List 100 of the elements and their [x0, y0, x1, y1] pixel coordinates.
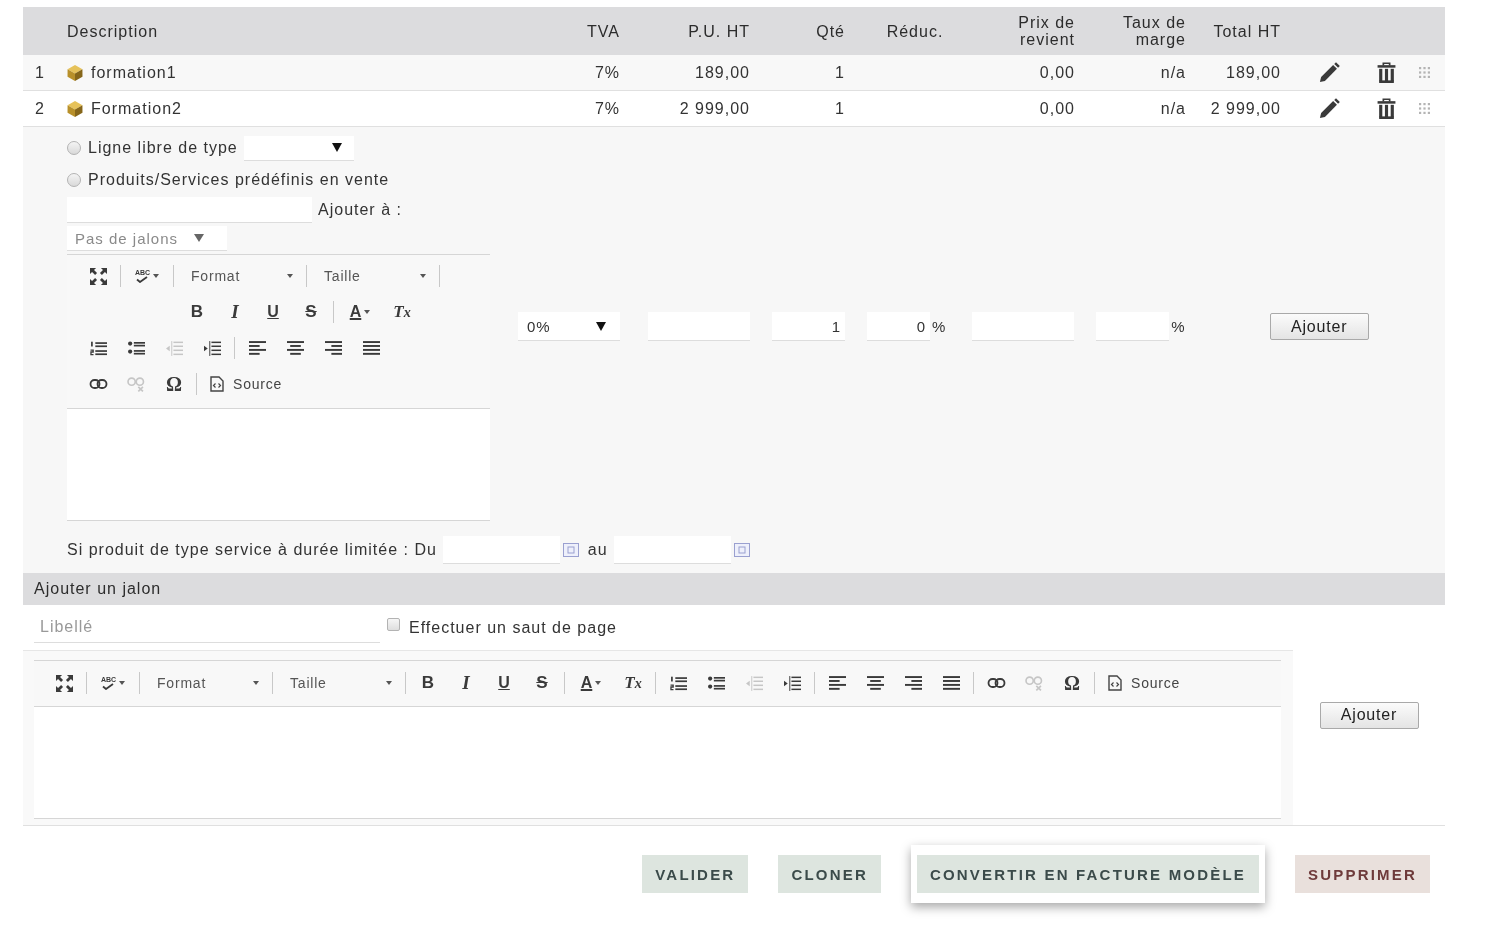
pencil-icon[interactable] — [1319, 62, 1340, 83]
bold-button[interactable]: B — [178, 298, 216, 326]
radio-button[interactable] — [67, 173, 81, 187]
text-color-button[interactable]: A — [337, 298, 383, 326]
discount-field[interactable]: 0 — [867, 312, 930, 341]
chain-link-icon — [88, 379, 108, 389]
checkbox-label: Effectuer un saut de page — [409, 618, 617, 637]
toolbar-dropdown[interactable]: Format — [143, 669, 269, 697]
package-icon — [67, 64, 83, 81]
caret-icon — [364, 310, 371, 314]
cost-price-field[interactable] — [972, 312, 1075, 341]
add-to-label: Ajouter à : — [318, 201, 402, 219]
radio-button[interactable] — [67, 141, 81, 155]
package-icon — [67, 100, 83, 117]
indent-icon — [203, 340, 221, 356]
table-cell: 7% — [594, 99, 620, 118]
table-cell: n/a — [1160, 99, 1186, 118]
row-number: 2 — [35, 99, 45, 118]
align-right-icon — [324, 341, 342, 355]
table-cell: 0,00 — [1039, 63, 1075, 82]
code-document-icon — [210, 376, 224, 392]
special-character-button[interactable]: Ω — [1053, 669, 1091, 697]
column-header: P.U. HT — [688, 22, 750, 40]
table-cell: n/a — [1160, 63, 1186, 82]
section-header: Ajouter un jalon — [23, 573, 1445, 605]
date-from-field[interactable] — [442, 536, 560, 564]
date-to-field[interactable] — [613, 536, 731, 564]
add-button[interactable]: Ajouter — [1319, 701, 1419, 729]
table-cell: 7% — [594, 63, 620, 82]
code-document-icon — [1108, 675, 1122, 691]
table-cell: 1 — [835, 63, 845, 82]
underline-button[interactable]: U — [485, 669, 523, 697]
align-center-icon — [286, 341, 304, 355]
trash-icon[interactable] — [1377, 62, 1396, 83]
column-header: Total HT — [1213, 22, 1281, 40]
product-search-field[interactable] — [67, 197, 312, 223]
drag-grip-icon[interactable] — [1419, 103, 1430, 114]
column-header: TVA — [587, 22, 620, 40]
action-button[interactable]: SUPPRIMER — [1295, 855, 1430, 893]
service-dates-label: Si produit de type service à durée limitée : Du — [67, 541, 437, 559]
date-to-label: au — [587, 541, 608, 559]
trash-icon[interactable] — [1377, 98, 1396, 119]
toolbar-dropdown[interactable]: Format — [177, 262, 303, 290]
radio-label: Produits/Services prédéfinis en vente — [88, 171, 390, 189]
special-character-button[interactable]: Ω — [155, 370, 193, 398]
source-button[interactable]: Source — [1098, 669, 1187, 697]
broken-chain-icon — [1025, 675, 1043, 691]
align-right-icon — [904, 676, 922, 690]
justify-icon — [942, 676, 960, 690]
caret-icon — [386, 681, 392, 685]
unit-price-field[interactable] — [648, 312, 750, 341]
add-button[interactable]: Ajouter — [1269, 313, 1369, 340]
vat-select[interactable]: 0% — [518, 312, 620, 341]
action-button[interactable]: VALIDER — [642, 855, 749, 893]
table-cell: 0,00 — [1039, 99, 1075, 118]
drag-grip-icon[interactable] — [1419, 67, 1430, 78]
caret-icon — [253, 681, 259, 685]
pencil-icon[interactable] — [1319, 98, 1340, 119]
align-center-icon — [866, 676, 884, 690]
action-button[interactable]: CLONER — [778, 855, 881, 893]
unit-label: % — [932, 318, 947, 335]
caret-icon — [287, 274, 293, 278]
caret-icon — [119, 681, 126, 685]
unit-label: % — [1171, 318, 1186, 335]
item-description: Formation2 — [91, 99, 182, 118]
italic-button[interactable]: I — [447, 669, 485, 697]
check-icon — [136, 276, 149, 283]
column-header: Prix de revient — [1017, 14, 1075, 48]
item-description: formation1 — [91, 63, 177, 82]
toolbar-dropdown[interactable]: Taille — [276, 669, 402, 697]
strikethrough-button[interactable]: S — [292, 298, 330, 326]
table-cell: 2 999,00 — [1210, 99, 1281, 118]
caret-icon — [595, 681, 602, 685]
strikethrough-button[interactable]: S — [523, 669, 561, 697]
caret-icon — [153, 274, 160, 278]
justify-icon — [362, 341, 380, 355]
milestone-select[interactable]: Pas de jalons — [67, 226, 227, 251]
outdent-icon — [165, 340, 183, 356]
caret-icon — [194, 234, 205, 242]
column-header: Qté — [816, 22, 845, 40]
column-header: Réduc. — [886, 22, 944, 40]
bold-button[interactable]: B — [409, 669, 447, 697]
checkbox[interactable] — [387, 618, 400, 631]
quantity-field[interactable]: 1 — [772, 312, 845, 341]
margin-rate-field[interactable] — [1096, 312, 1170, 341]
text-color-button[interactable]: A — [568, 669, 614, 697]
column-header: Taux de marge — [1121, 14, 1186, 48]
bulleted-list-icon — [707, 676, 725, 690]
caret-icon — [420, 274, 426, 278]
align-left-icon — [828, 676, 846, 690]
table-cell: 189,00 — [695, 63, 750, 82]
source-button[interactable]: Source — [200, 370, 289, 398]
table-cell: 2 999,00 — [679, 99, 750, 118]
align-left-icon — [248, 341, 266, 355]
table-cell: 1 — [835, 99, 845, 118]
radio-label: Ligne libre de type — [88, 139, 238, 157]
toolbar-dropdown[interactable]: Taille — [310, 262, 436, 290]
underline-button[interactable]: U — [254, 298, 292, 326]
bulleted-list-icon — [127, 341, 145, 355]
italic-button[interactable]: I — [216, 298, 254, 326]
